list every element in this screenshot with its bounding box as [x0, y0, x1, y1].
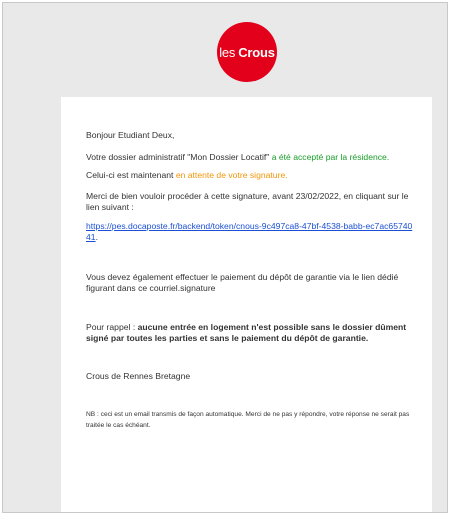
pending-text: Celui-ci est maintenant — [86, 170, 174, 180]
pending-status: en attente de votre signature — [175, 170, 286, 180]
automatic-email-notice: NB : ceci est un email transmis de façon… — [86, 411, 410, 429]
crous-logo: les Crous — [217, 22, 277, 82]
email-frame: les Crous Bonjour Etudiant Deux, Votre do… — [2, 2, 448, 513]
signature-request-paragraph: Merci de bien vouloir procéder à cette s… — [86, 190, 409, 213]
signature-link[interactable]: https://pes.docaposte.fr/backend/token/c… — [86, 221, 412, 243]
sender-signature: Crous de Rennes Bretagne — [86, 370, 191, 381]
link-paragraph: https://pes.docaposte.fr/backend/token/c… — [86, 221, 416, 244]
logo-text-crous: Crous — [238, 44, 275, 60]
reminder-paragraph: Pour rappel : aucune entrée en logement … — [86, 322, 416, 345]
email-card: Bonjour Etudiant Deux, Votre dossier adm… — [61, 97, 432, 512]
payment-paragraph: Vous devez également effectuer le paieme… — [86, 271, 399, 294]
greeting: Bonjour Etudiant Deux, — [86, 130, 175, 140]
acceptance-paragraph: Votre dossier administratif "Mon Dossier… — [86, 152, 416, 164]
accepted-status: a été accepté par la résidence — [271, 151, 387, 162]
logo-text-les: les — [219, 44, 236, 60]
acceptance-text: Votre dossier administratif "Mon Dossier… — [86, 151, 270, 162]
email-body: Bonjour Etudiant Deux, Votre dossier adm… — [86, 130, 416, 438]
pending-period: . — [285, 170, 288, 180]
reminder-text: aucune entrée en logement n'est possible… — [86, 321, 407, 344]
acceptance-period: . — [386, 151, 390, 162]
reminder-label: Pour rappel : — [86, 321, 136, 332]
link-period: . — [95, 232, 98, 242]
pending-paragraph: Celui-ci est maintenant en attente de vo… — [86, 170, 416, 182]
